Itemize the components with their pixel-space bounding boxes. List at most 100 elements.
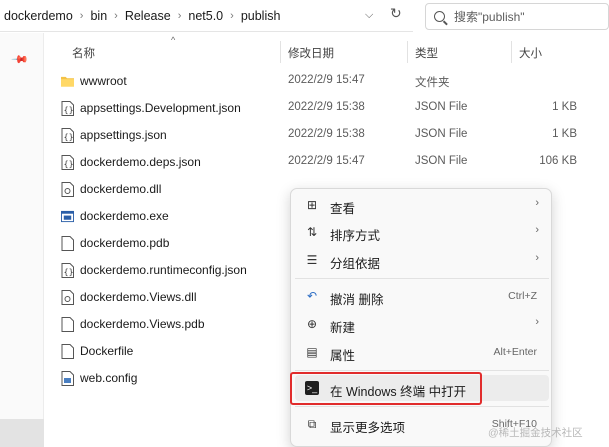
- list-item[interactable]: wwwroot 2022/2/9 15:47 文件夹: [44, 68, 609, 95]
- breadcrumb: dockerdemo › bin › Release › net5.0 › pu…: [0, 9, 280, 23]
- breadcrumb-publish[interactable]: publish: [241, 9, 281, 23]
- file-size: 106 KB: [539, 155, 577, 167]
- menu-shortcut: Ctrl+Z: [508, 290, 537, 302]
- file-date: 2022/2/9 15:38: [288, 101, 365, 113]
- file-name: web.config: [80, 371, 138, 385]
- menu-label: 排序方式: [330, 229, 381, 243]
- menu-item-group[interactable]: ☰ 分组依据 ›: [295, 247, 549, 273]
- plus-circle-icon: ⊕: [306, 317, 318, 331]
- file-icon: [61, 236, 74, 251]
- file-type: JSON File: [415, 128, 468, 140]
- breadcrumb-bin[interactable]: bin: [90, 9, 107, 23]
- json-file-icon: {}: [61, 101, 74, 116]
- breadcrumb-separator-icon: ›: [230, 9, 234, 22]
- svg-text:{}: {}: [64, 106, 74, 115]
- column-date[interactable]: 修改日期: [288, 45, 334, 61]
- column-size[interactable]: 大小: [519, 45, 542, 61]
- menu-divider: [295, 406, 549, 407]
- nav-selected-item[interactable]: [0, 419, 44, 447]
- menu-item-properties[interactable]: ▤ 属性 Alt+Enter: [295, 339, 549, 365]
- dll-file-icon: [61, 290, 74, 305]
- file-name: wwwroot: [80, 74, 127, 88]
- menu-label: 分组依据: [330, 257, 381, 271]
- dll-file-icon: [61, 182, 74, 197]
- breadcrumb-dockerdemo[interactable]: dockerdemo: [4, 9, 73, 23]
- file-name: dockerdemo.runtimeconfig.json: [80, 263, 247, 277]
- address-bar[interactable]: dockerdemo › bin › Release › net5.0 › pu…: [0, 0, 413, 32]
- menu-item-undo[interactable]: ↶ 撤消 删除 Ctrl+Z: [295, 283, 549, 309]
- menu-item-sort[interactable]: ⇅ 排序方式 ›: [295, 219, 549, 245]
- folder-icon: [61, 76, 74, 87]
- menu-divider: [295, 278, 549, 279]
- grid-icon: ⊞: [306, 198, 318, 212]
- context-menu: ⊞ 查看 › ⇅ 排序方式 › ☰ 分组依据 › ↶ 撤消 删除 Ctrl+Z …: [290, 188, 552, 447]
- breadcrumb-release[interactable]: Release: [125, 9, 171, 23]
- file-name: dockerdemo.Views.pdb: [80, 317, 205, 331]
- file-icon: [61, 344, 74, 359]
- svg-text:{}: {}: [64, 160, 74, 169]
- menu-label: 查看: [330, 202, 356, 216]
- sort-ascending-icon: ^: [171, 35, 176, 45]
- column-headers: ^ 名称 修改日期 类型 大小: [44, 33, 609, 69]
- file-date: 2022/2/9 15:38: [288, 128, 365, 140]
- column-divider[interactable]: [511, 41, 512, 63]
- chevron-right-icon: ›: [535, 197, 539, 209]
- config-file-icon: [61, 371, 74, 386]
- group-list-icon: ☰: [306, 253, 318, 267]
- more-options-icon: ⧉: [307, 417, 317, 431]
- column-divider[interactable]: [280, 41, 281, 63]
- json-file-icon: {}: [61, 263, 74, 278]
- list-item[interactable]: {} appsettings.json 2022/2/9 15:38 JSON …: [44, 122, 609, 149]
- breadcrumb-net50[interactable]: net5.0: [188, 9, 223, 23]
- file-name: Dockerfile: [80, 344, 134, 358]
- svg-text:{}: {}: [64, 268, 74, 277]
- menu-label: 新建: [330, 321, 356, 335]
- chevron-right-icon: ›: [535, 252, 539, 264]
- file-size: 1 KB: [552, 101, 577, 113]
- menu-label: 显示更多选项: [330, 421, 406, 435]
- column-type[interactable]: 类型: [415, 45, 438, 61]
- file-name: appsettings.Development.json: [80, 101, 241, 115]
- column-divider[interactable]: [407, 41, 408, 63]
- highlight-box: [290, 372, 482, 405]
- sort-icon: ⇅: [306, 225, 318, 239]
- file-type: 文件夹: [415, 77, 450, 89]
- list-item[interactable]: {} appsettings.Development.json 2022/2/9…: [44, 95, 609, 122]
- list-item[interactable]: {} dockerdemo.deps.json 2022/2/9 15:47 J…: [44, 149, 609, 176]
- file-size: 1 KB: [552, 128, 577, 140]
- properties-icon: ▤: [306, 345, 318, 359]
- search-input[interactable]: 搜索"publish": [425, 3, 609, 30]
- chevron-right-icon: ›: [535, 316, 539, 328]
- column-name[interactable]: 名称: [72, 45, 95, 61]
- file-name: dockerdemo.exe: [80, 209, 169, 223]
- breadcrumb-separator-icon: ›: [79, 9, 84, 22]
- chevron-right-icon: ›: [535, 224, 539, 236]
- menu-label: 撤消 删除: [330, 293, 384, 307]
- refresh-icon[interactable]: ↻: [390, 5, 402, 22]
- file-type: JSON File: [415, 155, 468, 167]
- json-file-icon: {}: [61, 155, 74, 170]
- breadcrumb-separator-icon: ›: [177, 9, 182, 22]
- menu-item-view[interactable]: ⊞ 查看 ›: [295, 192, 549, 218]
- breadcrumb-separator-icon: ›: [114, 9, 118, 22]
- file-name: appsettings.json: [80, 128, 167, 142]
- undo-icon: ↶: [306, 289, 318, 303]
- file-name: dockerdemo.dll: [80, 182, 162, 196]
- json-file-icon: {}: [61, 128, 74, 143]
- menu-divider: [295, 370, 549, 371]
- pin-icon[interactable]: 📌: [10, 50, 29, 69]
- navigation-pane: 📌: [0, 33, 44, 447]
- file-date: 2022/2/9 15:47: [288, 155, 365, 167]
- file-name: dockerdemo.pdb: [80, 236, 170, 250]
- file-type: JSON File: [415, 101, 468, 113]
- menu-label: 属性: [330, 349, 356, 363]
- menu-item-new[interactable]: ⊕ 新建 ›: [295, 311, 549, 337]
- svg-text:{}: {}: [64, 133, 74, 142]
- file-date: 2022/2/9 15:47: [288, 74, 365, 86]
- search-icon: [434, 11, 445, 22]
- watermark: @稀土掘金技术社区: [488, 427, 583, 439]
- chevron-down-icon[interactable]: ⌵: [365, 9, 373, 22]
- menu-shortcut: Alt+Enter: [493, 346, 537, 358]
- file-name: dockerdemo.deps.json: [80, 155, 201, 169]
- file-name: dockerdemo.Views.dll: [80, 290, 197, 304]
